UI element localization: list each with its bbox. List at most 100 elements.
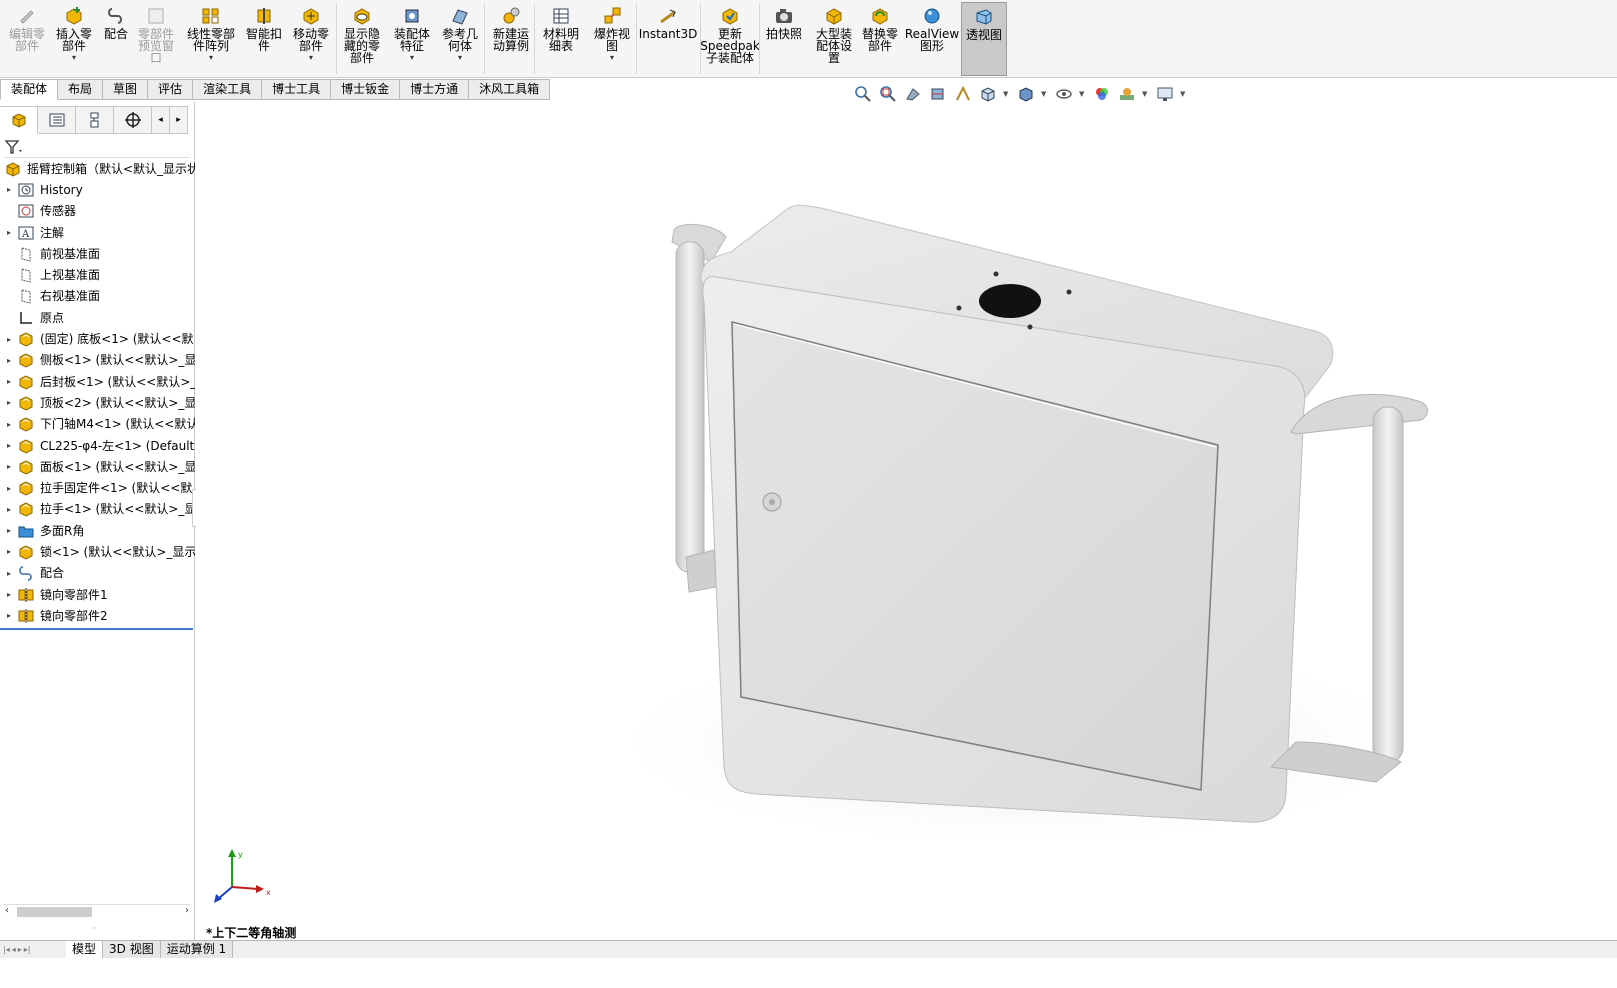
chevron-down-icon[interactable]: ▼ [1142, 90, 1150, 98]
assembly-model-render[interactable] [196, 102, 1617, 940]
tree-horizontal-scrollbar[interactable]: ‹ › [3, 904, 191, 918]
ribbon-button-edit-component[interactable]: 编辑零 部件 [4, 2, 50, 76]
ribbon-button-snapshot[interactable]: 拍快照 [763, 2, 805, 76]
reference-triad[interactable]: y x [210, 847, 280, 907]
tab-navigation-buttons[interactable]: |◂ ◂ ▸ ▸| [0, 941, 66, 958]
chevron-down-icon[interactable]: ▾ [72, 54, 76, 62]
ribbon-button-linear-pattern[interactable]: 线性零部 件阵列 ▾ [184, 2, 238, 76]
tree-item[interactable]: ▸ 拉手<1> (默认<<默认>_显 [0, 499, 195, 520]
prev-tab-icon[interactable]: ◂ [12, 945, 16, 954]
expand-arrow-icon[interactable]: ▸ [7, 228, 17, 237]
zoom-to-fit-icon[interactable] [853, 84, 873, 104]
ribbon-button-large-assembly[interactable]: 大型装 配体设 置 [812, 2, 856, 76]
expand-arrow-icon[interactable]: ▸ [7, 441, 17, 450]
ribbon-button-replace-component[interactable]: 替换零 部件 [858, 2, 902, 76]
expand-arrow-icon[interactable]: ▸ [7, 462, 17, 471]
command-tab[interactable]: 评估 [148, 79, 194, 100]
chevron-down-icon[interactable]: ▼ [1079, 90, 1087, 98]
bottom-tab[interactable]: 3D 视图 [103, 941, 161, 958]
scroll-right-icon[interactable]: › [185, 905, 189, 916]
ribbon-button-realview[interactable]: RealView 图形 [905, 2, 959, 76]
tree-item[interactable]: ▸ 镜向零部件1 [0, 584, 195, 605]
command-tab[interactable]: 博士方通 [400, 79, 470, 100]
last-tab-icon[interactable]: ▸| [24, 945, 31, 954]
ribbon-button-motion-study[interactable]: 新建运 动算例 [488, 2, 534, 76]
expand-arrow-icon[interactable]: ▸ [7, 398, 17, 407]
tree-item[interactable]: ▸ 拉手固定件<1> (默认<<默 [0, 477, 195, 498]
expand-arrow-icon[interactable]: ▸ [7, 526, 17, 535]
ribbon-button-instant3d[interactable]: Instant3D [639, 2, 697, 76]
scrollbar-thumb[interactable] [17, 907, 92, 917]
expand-arrow-icon[interactable]: ▸ [7, 590, 17, 599]
tab-scroll-right-button[interactable]: ▸ [170, 106, 188, 134]
tab-scroll-left-button[interactable]: ◂ [152, 106, 170, 134]
tree-item[interactable]: ▸ 侧板<1> (默认<<默认>_显 [0, 350, 195, 371]
next-tab-icon[interactable]: ▸ [18, 945, 22, 954]
tree-item[interactable]: ▸ 下门轴M4<1> (默认<<默认 [0, 414, 195, 435]
tree-item[interactable]: 右视基准面 [0, 286, 195, 307]
ribbon-button-speedpak[interactable]: 更新 Speedpak 子装配体 [700, 2, 760, 76]
view-settings-icon[interactable] [1155, 84, 1175, 104]
chevron-down-icon[interactable]: ▾ [209, 54, 213, 62]
dimxpert-manager-tab[interactable] [114, 106, 152, 134]
panel-resize-grip[interactable]: ◦ [92, 924, 97, 933]
tree-item[interactable]: 原点 [0, 307, 195, 328]
tree-item[interactable]: ▸ (固定) 底板<1> (默认<<默 [0, 328, 195, 349]
expand-arrow-icon[interactable]: ▸ [7, 484, 17, 493]
bottom-tab[interactable]: 运动算例 1 [160, 941, 234, 958]
chevron-down-icon[interactable]: ▾ [309, 54, 313, 62]
section-view-icon[interactable] [928, 84, 948, 104]
chevron-down-icon[interactable]: ▾ [410, 54, 414, 62]
first-tab-icon[interactable]: |◂ [3, 945, 10, 954]
command-tab[interactable]: 博士钣金 [331, 79, 401, 100]
chevron-down-icon[interactable]: ▾ [610, 54, 614, 62]
configuration-manager-tab[interactable] [76, 106, 114, 134]
ribbon-button-show-hidden[interactable]: 显示隐 藏的零 部件 [339, 2, 385, 76]
expand-arrow-icon[interactable]: ▸ [7, 420, 17, 429]
ribbon-button-mate[interactable]: 配合 [100, 2, 132, 76]
edit-appearance-icon[interactable] [1092, 84, 1112, 104]
expand-arrow-icon[interactable]: ▸ [7, 377, 17, 386]
tree-item[interactable]: ▸ History [0, 179, 195, 200]
ribbon-button-bom[interactable]: 材料明 细表 [538, 2, 584, 76]
expand-arrow-icon[interactable]: ▸ [7, 569, 17, 578]
tree-filter[interactable] [4, 136, 190, 158]
command-tab[interactable]: 装配体 [0, 79, 59, 100]
expand-arrow-icon[interactable]: ▸ [7, 185, 17, 194]
ribbon-button-perspective[interactable]: 透视图 [961, 2, 1007, 76]
expand-arrow-icon[interactable]: ▸ [7, 335, 17, 344]
ribbon-button-exploded-view[interactable]: 爆炸视 图 ▾ [590, 2, 634, 76]
dynamic-annotation-icon[interactable] [953, 84, 973, 104]
tree-rollback-bar[interactable] [0, 628, 193, 630]
ribbon-button-move-component[interactable]: 移动零 部件 ▾ [290, 2, 332, 76]
tree-item[interactable]: ▸ 锁<1> (默认<<默认>_显示 [0, 541, 195, 562]
tree-item[interactable]: ▸ CL225-φ4-左<1> (Default [0, 435, 195, 456]
tree-item[interactable]: 传感器 [0, 201, 195, 222]
display-style-icon[interactable] [1016, 84, 1036, 104]
expand-arrow-icon[interactable]: ▸ [7, 611, 17, 620]
tree-root-assembly[interactable]: 摇臂控制箱（默认<默认_显示状 [0, 158, 195, 179]
chevron-down-icon[interactable]: ▼ [1003, 90, 1011, 98]
previous-view-icon[interactable] [903, 84, 923, 104]
tree-item[interactable]: 前视基准面 [0, 243, 195, 264]
chevron-down-icon[interactable]: ▼ [1041, 90, 1049, 98]
chevron-down-icon[interactable]: ▾ [458, 54, 462, 62]
tree-item[interactable]: ▸ 后封板<1> (默认<<默认>_ [0, 371, 195, 392]
tree-item[interactable]: 上视基准面 [0, 264, 195, 285]
command-tab[interactable]: 渲染工具 [193, 79, 263, 100]
expand-arrow-icon[interactable]: ▸ [7, 505, 17, 514]
ribbon-button-smart-fastener[interactable]: 智能扣 件 [243, 2, 285, 76]
command-tab[interactable]: 草图 [103, 79, 149, 100]
tree-item[interactable]: ▸ A 注解 [0, 222, 195, 243]
expand-arrow-icon[interactable]: ▸ [7, 356, 17, 365]
property-manager-tab[interactable] [38, 106, 76, 134]
graphics-area[interactable]: y x *上下二等角轴测 [196, 102, 1617, 940]
hide-show-items-icon[interactable] [1054, 84, 1074, 104]
view-orientation-icon[interactable] [978, 84, 998, 104]
command-tab[interactable]: 沐风工具箱 [469, 79, 551, 100]
ribbon-button-insert-component[interactable]: 插入零 部件 ▾ [53, 2, 95, 76]
feature-manager-tab[interactable] [0, 106, 38, 134]
bottom-tab[interactable]: 模型 [66, 941, 104, 958]
tree-item[interactable]: ▸ 配合 [0, 563, 195, 584]
command-tab[interactable]: 布局 [58, 79, 104, 100]
